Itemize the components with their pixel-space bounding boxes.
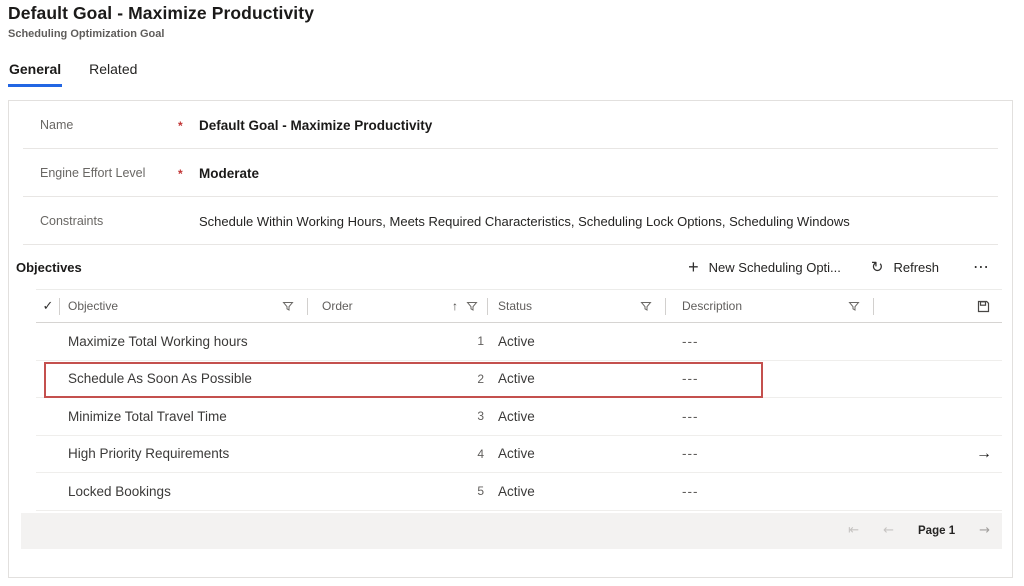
previous-page-button[interactable]: ← xyxy=(883,523,894,538)
page-number-label: Page 1 xyxy=(918,525,955,537)
objective-cell[interactable]: Locked Bookings xyxy=(60,484,308,499)
field-row-engine-effort: Engine Effort Level * Moderate xyxy=(9,149,1012,197)
refresh-icon: ↻ xyxy=(871,260,884,275)
row-divider xyxy=(23,244,998,245)
table-row-minimize-travel-time[interactable]: Minimize Total Travel Time 3 Active --- xyxy=(36,398,1002,436)
objectives-section-header: Objectives + New Scheduling Opti... ↻ Re… xyxy=(9,245,1012,289)
filter-icon[interactable] xyxy=(848,300,860,312)
column-header-status[interactable]: Status xyxy=(488,290,666,322)
sort-ascending-icon: ↑ xyxy=(452,299,458,313)
status-cell: Active xyxy=(488,446,666,461)
column-header-description[interactable]: Description xyxy=(666,290,874,322)
field-row-constraints: Constraints Schedule Within Working Hour… xyxy=(9,197,1012,245)
row-extra-cell: → xyxy=(874,436,1002,473)
row-select-cell[interactable] xyxy=(36,436,60,473)
order-cell: 1 xyxy=(308,323,488,360)
objectives-grid: ✓ Objective Order ↑ xyxy=(36,289,1002,511)
page-title: Default Goal - Maximize Productivity xyxy=(8,3,314,24)
column-header-order[interactable]: Order ↑ xyxy=(308,290,488,322)
constraints-field-value[interactable]: Schedule Within Working Hours, Meets Req… xyxy=(199,214,850,229)
status-cell: Active xyxy=(488,334,666,349)
required-asterisk: * xyxy=(178,117,199,133)
description-cell: --- xyxy=(666,371,874,386)
open-record-arrow-icon[interactable]: → xyxy=(976,445,992,463)
grid-pagination-bar: ⇤ ← Page 1 → xyxy=(21,513,1002,549)
description-column-label: Description xyxy=(682,299,742,313)
status-cell: Active xyxy=(488,371,666,386)
order-cell: 5 xyxy=(308,473,488,510)
more-commands-button[interactable]: ⋯ xyxy=(969,257,994,277)
row-select-cell[interactable] xyxy=(36,398,60,435)
row-extra-cell xyxy=(874,361,1002,398)
row-select-cell[interactable] xyxy=(36,361,60,398)
description-cell: --- xyxy=(666,446,874,461)
objectives-toolbar: + New Scheduling Opti... ↻ Refresh ⋯ xyxy=(688,257,994,277)
table-row-schedule-asap[interactable]: Schedule As Soon As Possible 2 Active --… xyxy=(36,361,1002,399)
row-select-cell[interactable] xyxy=(36,473,60,510)
engine-effort-field-label: Engine Effort Level xyxy=(40,166,178,180)
scheduling-goal-page: Default Goal - Maximize Productivity Sch… xyxy=(0,0,1024,586)
objective-cell[interactable]: Schedule As Soon As Possible xyxy=(60,371,308,386)
filter-icon[interactable] xyxy=(466,300,478,312)
general-section-card: Name * Default Goal - Maximize Productiv… xyxy=(8,100,1013,578)
table-row-locked-bookings[interactable]: Locked Bookings 5 Active --- xyxy=(36,473,1002,511)
table-row-maximize-working-hours[interactable]: Maximize Total Working hours 1 Active --… xyxy=(36,323,1002,361)
refresh-button[interactable]: ↻ Refresh xyxy=(871,260,939,275)
constraints-field-label: Constraints xyxy=(40,214,178,228)
description-cell: --- xyxy=(666,409,874,424)
required-asterisk: * xyxy=(178,165,199,181)
row-extra-cell xyxy=(874,323,1002,360)
objective-cell[interactable]: High Priority Requirements xyxy=(60,446,308,461)
new-scheduling-objective-button[interactable]: + New Scheduling Opti... xyxy=(688,258,841,276)
row-extra-cell xyxy=(874,398,1002,435)
order-column-label: Order xyxy=(322,299,353,313)
select-all-column-header[interactable]: ✓ xyxy=(36,290,60,322)
tab-related[interactable]: Related xyxy=(88,59,138,87)
row-select-cell[interactable] xyxy=(36,323,60,360)
next-page-button[interactable]: → xyxy=(979,523,990,538)
grid-header-row: ✓ Objective Order ↑ xyxy=(36,289,1002,323)
filter-icon[interactable] xyxy=(640,300,652,312)
description-cell: --- xyxy=(666,484,874,499)
order-cell: 2 xyxy=(308,361,488,398)
column-header-objective[interactable]: Objective xyxy=(60,290,308,322)
name-field-value[interactable]: Default Goal - Maximize Productivity xyxy=(199,118,432,133)
engine-effort-field-value[interactable]: Moderate xyxy=(199,166,259,181)
objective-cell[interactable]: Maximize Total Working hours xyxy=(60,334,308,349)
objectives-section-title: Objectives xyxy=(16,260,82,275)
filter-icon[interactable] xyxy=(282,300,294,312)
checkmark-icon: ✓ xyxy=(43,298,54,314)
save-icon[interactable] xyxy=(977,300,990,313)
table-row-high-priority-requirements[interactable]: High Priority Requirements 4 Active --- … xyxy=(36,436,1002,474)
page-subtitle: Scheduling Optimization Goal xyxy=(8,28,314,40)
order-cell: 4 xyxy=(308,436,488,473)
name-field-label: Name xyxy=(40,118,178,132)
required-asterisk-placeholder xyxy=(178,220,199,222)
grid-header-extra xyxy=(874,290,1002,322)
tab-bar: General Related xyxy=(8,59,138,87)
new-scheduling-objective-label: New Scheduling Opti... xyxy=(709,260,841,275)
status-cell: Active xyxy=(488,484,666,499)
objective-cell[interactable]: Minimize Total Travel Time xyxy=(60,409,308,424)
page-header: Default Goal - Maximize Productivity Sch… xyxy=(8,3,314,40)
first-page-button[interactable]: ⇤ xyxy=(848,523,859,538)
refresh-label: Refresh xyxy=(893,260,939,275)
status-cell: Active xyxy=(488,409,666,424)
objective-column-label: Objective xyxy=(68,299,118,313)
plus-icon: + xyxy=(688,258,699,276)
status-column-label: Status xyxy=(498,299,532,313)
description-cell: --- xyxy=(666,334,874,349)
order-cell: 3 xyxy=(308,398,488,435)
tab-general[interactable]: General xyxy=(8,59,62,87)
row-extra-cell xyxy=(874,473,1002,510)
field-row-name: Name * Default Goal - Maximize Productiv… xyxy=(9,101,1012,149)
